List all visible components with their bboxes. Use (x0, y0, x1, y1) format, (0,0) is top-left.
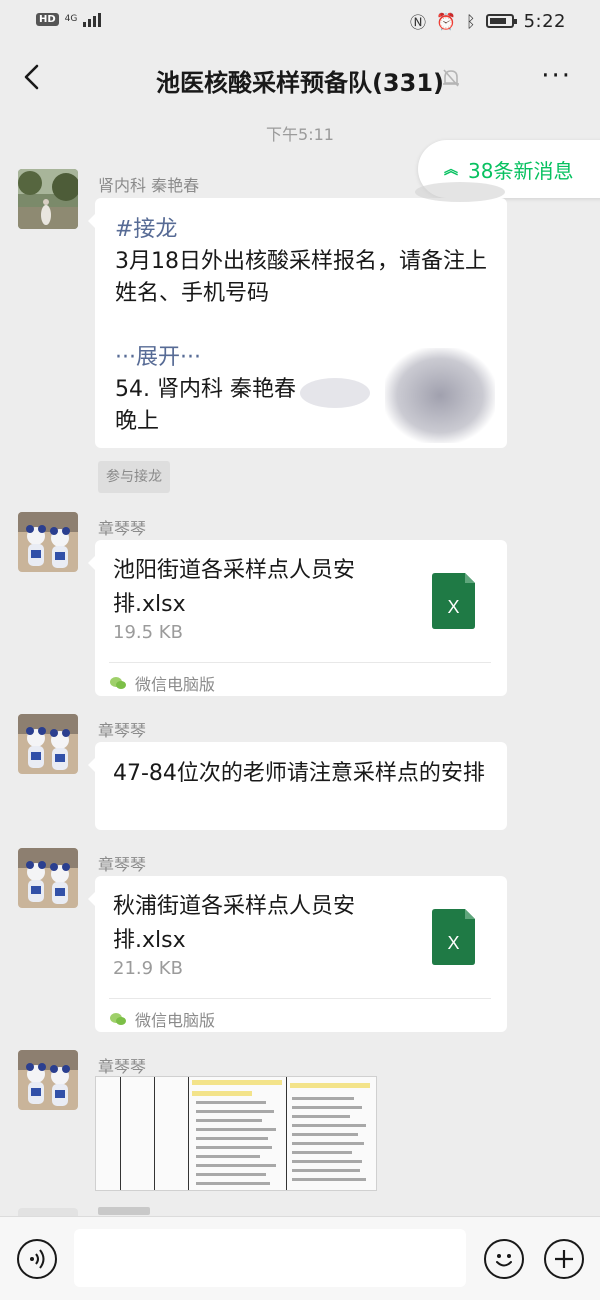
plus-icon (555, 1250, 573, 1268)
avatar[interactable] (18, 512, 78, 572)
emoji-icon (496, 1254, 512, 1267)
file-source: 微信电脑版 (109, 998, 491, 1031)
hd-badge: HD (36, 12, 59, 26)
file-size: 19.5 KB (113, 622, 183, 643)
redaction-mark (385, 348, 495, 443)
voice-icon (30, 1249, 45, 1269)
svg-text:X: X (447, 933, 459, 953)
sender-name: 章琴琴 (98, 721, 147, 740)
emoji-button[interactable] (484, 1239, 524, 1279)
spreadsheet-image[interactable] (95, 1076, 377, 1191)
sender-name: 章琴琴 (98, 855, 147, 874)
chat-title: 池医核酸采样预备队(331) (155, 69, 445, 97)
status-bar: HD 4G Ⓝ ⏰ ᛒ 5:22 (0, 0, 600, 42)
wechat-pc-icon (110, 677, 126, 689)
signal-icon (83, 11, 102, 27)
file-card[interactable]: 秋浦街道各采样点人员安排.xlsx 21.9 KB X 微信电脑版 (88, 876, 507, 1032)
clock: 5:22 (523, 10, 566, 32)
nfc-icon: Ⓝ (410, 13, 427, 32)
message-input[interactable] (74, 1229, 466, 1287)
double-chevron-up-icon: ︽ (444, 162, 458, 178)
sender-name: 肾内科 秦艳春 (98, 176, 200, 195)
join-jielong-button[interactable]: 参与接龙 (98, 461, 170, 493)
file-card[interactable]: 池阳街道各采样点人员安排.xlsx 19.5 KB X 微信电脑版 (88, 540, 507, 696)
battery-icon (485, 14, 517, 28)
mute-bell-icon (440, 67, 462, 89)
nav-bar: 池医核酸采样预备队(331) ··· (0, 50, 600, 108)
bluetooth-icon: ᛒ (465, 11, 476, 31)
sender-name (98, 1207, 150, 1215)
excel-file-icon: X (432, 909, 475, 965)
file-source-label: 微信电脑版 (135, 675, 216, 694)
avatar[interactable] (18, 714, 78, 774)
svg-text:X: X (447, 597, 459, 617)
avatar[interactable] (18, 848, 78, 908)
excel-file-icon: X (432, 573, 475, 629)
more-options-button[interactable]: ··· (541, 63, 572, 89)
file-source-label: 微信电脑版 (135, 1011, 216, 1030)
sender-name: 章琴琴 (98, 519, 147, 538)
file-source: 微信电脑版 (109, 662, 491, 695)
sender-name: 章琴琴 (98, 1057, 147, 1076)
file-size: 21.9 KB (113, 958, 183, 979)
alarm-icon: ⏰ (436, 11, 456, 31)
jielong-body: 3月18日外出核酸采样报名，请备注上姓名、手机号码 (115, 249, 487, 306)
network-type: 4G (64, 13, 78, 24)
avatar[interactable] (18, 1050, 78, 1110)
input-bar (0, 1216, 600, 1300)
wechat-pc-icon (110, 1013, 126, 1025)
avatar[interactable] (18, 1208, 78, 1216)
file-name: 秋浦街道各采样点人员安排.xlsx (113, 894, 356, 953)
redaction-mark (415, 182, 505, 202)
plus-button[interactable] (544, 1239, 584, 1279)
jielong-bubble[interactable]: #接龙 3月18日外出核酸采样报名，请备注上姓名、手机号码 ···展开··· 5… (88, 182, 507, 448)
file-name: 池阳街道各采样点人员安排.xlsx (113, 558, 356, 617)
jielong-tag[interactable]: #接龙 (115, 214, 487, 246)
message-text: 47-84位次的老师请注意采样点的安排 (113, 761, 485, 786)
status-right: Ⓝ ⏰ ᛒ 5:22 (410, 9, 566, 33)
redaction-mark (300, 378, 370, 408)
text-bubble[interactable]: 47-84位次的老师请注意采样点的安排 (88, 742, 507, 830)
voice-button[interactable] (17, 1239, 57, 1279)
status-left: HD 4G (36, 11, 102, 27)
avatar[interactable] (18, 169, 78, 229)
new-messages-label: 38条新消息 (468, 158, 574, 183)
